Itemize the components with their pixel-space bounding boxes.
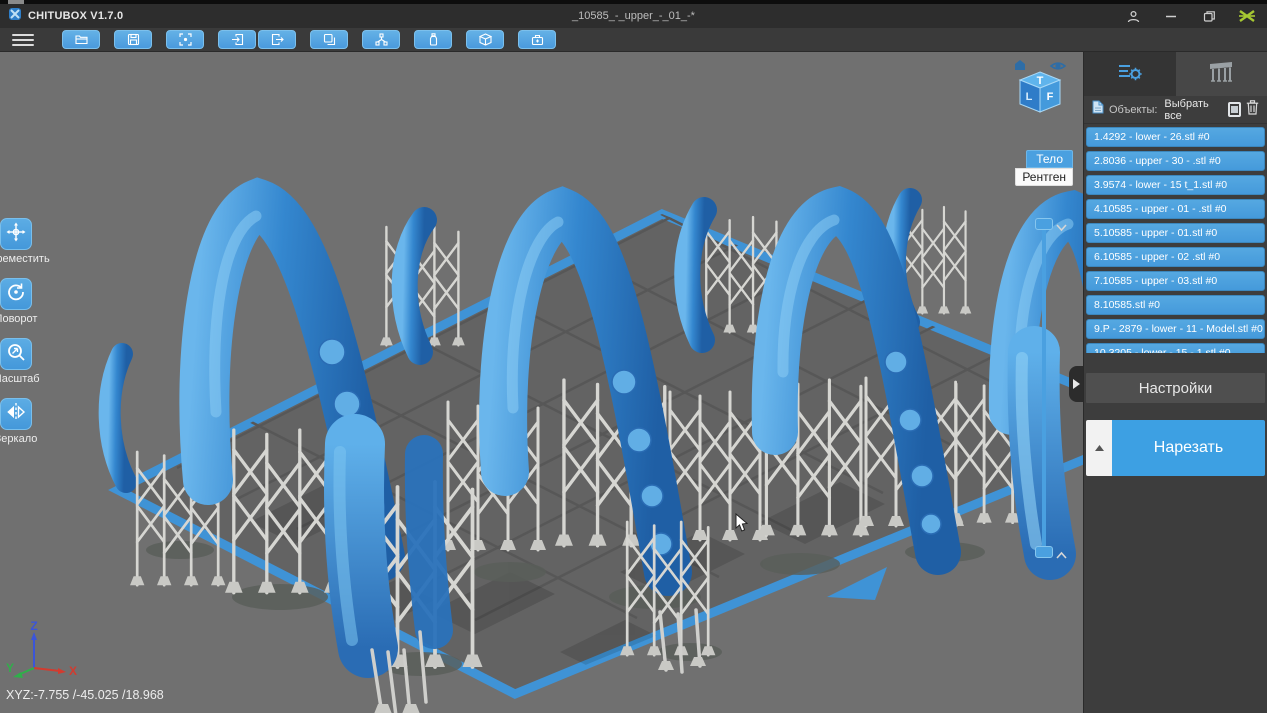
transform-toolbar: Переместить Поворот Масштаб bbox=[0, 218, 61, 445]
toolbox-icon[interactable] bbox=[518, 30, 556, 49]
right-panel: Объекты: Выбрать все 1.4292 - lower - 26… bbox=[1083, 52, 1267, 713]
cube-top-label: T bbox=[1037, 75, 1044, 87]
object-list-item[interactable]: 2.8036 - upper - 30 - .stl #0 bbox=[1086, 151, 1265, 171]
cursor-coordinates: XYZ:-7.755 /-45.025 /18.968 bbox=[6, 688, 164, 702]
arrange-icon[interactable] bbox=[362, 30, 400, 49]
axis-gizmo: Z X Y bbox=[4, 620, 84, 689]
titlebar: CHITUBOX V1.7.0 _10585_-_upper_-_01_-* bbox=[0, 4, 1267, 28]
settings-list-icon bbox=[1117, 62, 1143, 87]
slice-controls: Нарезать bbox=[1086, 420, 1265, 476]
open-folder-icon[interactable] bbox=[62, 30, 100, 49]
z-axis-label: Z bbox=[30, 620, 37, 633]
minimize-button[interactable] bbox=[1159, 7, 1183, 25]
objects-label: Объекты: bbox=[1109, 104, 1157, 116]
object-list-item[interactable]: 4.10585 - upper - 01 - .stl #0 bbox=[1086, 199, 1265, 219]
rotate-tool[interactable]: Поворот bbox=[0, 278, 61, 325]
move-tool-label: Переместить bbox=[0, 253, 50, 265]
mouse-cursor bbox=[735, 513, 749, 538]
document-icon bbox=[1092, 100, 1104, 119]
select-all-label: Выбрать все bbox=[1164, 98, 1217, 122]
cube-front-label: F bbox=[1047, 91, 1054, 103]
document-title: _10585_-_upper_-_01_-* bbox=[0, 10, 1267, 22]
slice-button[interactable]: Нарезать bbox=[1112, 420, 1265, 476]
mirror-tool-label: Зеркало bbox=[0, 433, 37, 445]
export-icon[interactable] bbox=[258, 30, 296, 49]
play-arrow-icon bbox=[1073, 379, 1080, 389]
cube-left-label: L bbox=[1026, 91, 1033, 103]
copy-icon[interactable] bbox=[310, 30, 348, 49]
chitubox-window: CHITUBOX V1.7.0 _10585_-_upper_-_01_-* bbox=[0, 0, 1267, 713]
panel-expand-tab[interactable] bbox=[1069, 366, 1083, 402]
resin-bottle-icon[interactable] bbox=[414, 30, 452, 49]
rotate-icon bbox=[6, 282, 26, 307]
layer-slider-top-handle[interactable] bbox=[1035, 218, 1053, 230]
move-icon bbox=[6, 222, 26, 247]
x-axis-label: X bbox=[69, 664, 77, 678]
settings-button[interactable]: Настройки bbox=[1086, 373, 1265, 403]
body-view-button[interactable]: Тело bbox=[1026, 150, 1073, 168]
object-list: 1.4292 - lower - 26.stl #0 2.8036 - upper… bbox=[1084, 124, 1267, 353]
object-list-item[interactable]: 3.9574 - lower - 15 t_1.stl #0 bbox=[1086, 175, 1265, 195]
object-list-item[interactable]: 8.10585.stl #0 bbox=[1086, 295, 1265, 315]
home-icon[interactable] bbox=[1015, 60, 1025, 70]
maximize-restore-button[interactable] bbox=[1197, 7, 1221, 25]
mirror-icon bbox=[6, 402, 26, 427]
main-toolbar bbox=[0, 28, 1267, 52]
object-list-item[interactable]: 1.4292 - lower - 26.stl #0 bbox=[1086, 127, 1265, 147]
slice-expand-button[interactable] bbox=[1086, 420, 1112, 476]
rotate-tool-label: Поворот bbox=[0, 313, 37, 325]
chevron-up-icon[interactable] bbox=[1055, 547, 1068, 565]
tab-model-settings[interactable] bbox=[1084, 52, 1176, 96]
y-axis-label: Y bbox=[6, 661, 14, 675]
save-icon[interactable] bbox=[114, 30, 152, 49]
objects-header: Объекты: Выбрать все bbox=[1084, 96, 1267, 124]
chevron-down-icon[interactable] bbox=[1055, 219, 1068, 237]
object-list-item[interactable]: 9.P - 2879 - lower - 11 - Model.stl #0 bbox=[1086, 319, 1265, 339]
move-tool[interactable]: Переместить bbox=[0, 218, 61, 265]
select-all-checkbox[interactable] bbox=[1228, 102, 1241, 117]
build-scene[interactable] bbox=[0, 52, 1083, 713]
mirror-tool[interactable]: Зеркало bbox=[0, 398, 61, 445]
panel-tabs bbox=[1084, 52, 1267, 96]
app-title: CHITUBOX V1.7.0 bbox=[28, 10, 123, 22]
layer-slider-bottom-handle[interactable] bbox=[1035, 546, 1053, 558]
menu-icon[interactable] bbox=[12, 34, 34, 46]
supports-icon bbox=[1207, 60, 1235, 89]
object-list-item[interactable]: 7.10585 - upper - 03.stl #0 bbox=[1086, 271, 1265, 291]
capture-icon[interactable] bbox=[166, 30, 204, 49]
triangle-up-icon bbox=[1095, 445, 1104, 451]
account-icon[interactable] bbox=[1121, 7, 1145, 25]
object-list-item[interactable]: 10.3205 - lower - 15 - 1.stl #0 bbox=[1086, 343, 1265, 353]
3d-viewport[interactable]: Переместить Поворот Масштаб bbox=[0, 52, 1083, 713]
eye-icon[interactable] bbox=[1051, 63, 1065, 69]
tab-supports[interactable] bbox=[1176, 52, 1267, 96]
layer-slider-track[interactable] bbox=[1042, 224, 1046, 554]
close-button[interactable] bbox=[1235, 7, 1259, 25]
import-icon[interactable] bbox=[218, 30, 256, 49]
scale-tool[interactable]: Масштаб bbox=[0, 338, 61, 385]
scale-tool-label: Масштаб bbox=[0, 373, 40, 385]
xray-view-button[interactable]: Рентген bbox=[1015, 168, 1073, 186]
view-cube[interactable]: T L F bbox=[1011, 60, 1069, 123]
scale-icon bbox=[6, 342, 26, 367]
chitubox-logo-icon bbox=[8, 7, 22, 26]
object-list-item[interactable]: 6.10585 - upper - 02 .stl #0 bbox=[1086, 247, 1265, 267]
object-list-item[interactable]: 5.10585 - upper - 01.stl #0 bbox=[1086, 223, 1265, 243]
view-mode-toggle: Тело Рентген bbox=[1015, 150, 1073, 186]
trash-icon[interactable] bbox=[1246, 100, 1259, 120]
solid-box-icon[interactable] bbox=[466, 30, 504, 49]
